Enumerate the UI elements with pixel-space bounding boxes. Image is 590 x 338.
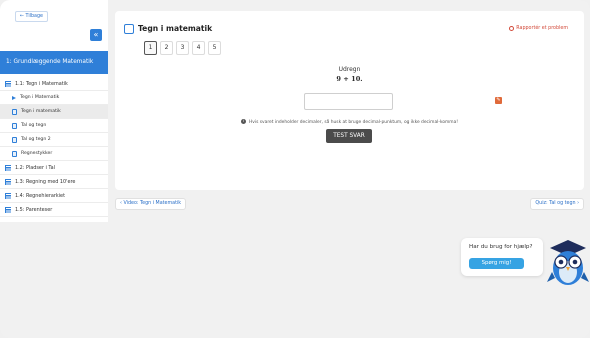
play-icon	[12, 95, 16, 100]
question-tabs: 1 2 3 4 5	[144, 41, 224, 55]
sidebar-item-label: Tal og tegn 2	[21, 137, 51, 142]
list-icon	[5, 206, 11, 213]
question-tab-5[interactable]: 5	[208, 41, 221, 55]
course-title[interactable]: 1: Grundlæggende Matematik	[0, 51, 108, 74]
quiz-card: Tegn i matematik Rapportér et problem 1 …	[115, 11, 584, 190]
list-icon	[5, 178, 11, 185]
report-problem-link[interactable]: Rapportér et problem	[509, 26, 568, 31]
question-tab-3[interactable]: 3	[176, 41, 189, 55]
back-button[interactable]: ← Tilbage	[15, 11, 48, 22]
sidebar-item-label: Tegn i Matematik	[20, 95, 60, 100]
sidebar-item-video[interactable]: Tegn i Matematik	[0, 91, 108, 105]
hint-label: Hvis svaret indeholder decimaler, så hus…	[248, 120, 459, 125]
sidebar-item-label: Tegn i matematik	[21, 109, 61, 114]
submit-answer-button[interactable]: TEST SVAR	[326, 129, 372, 143]
ask-me-button[interactable]: Spørg mig!	[469, 258, 524, 269]
question-expression: 9 + 10.	[336, 75, 363, 83]
sidebar-section-1-2[interactable]: 1.2: Pladser i Tal	[0, 161, 108, 175]
quiz-icon	[12, 150, 17, 157]
page-title: Tegn i matematik	[138, 24, 213, 33]
collapse-sidebar-button[interactable]: «	[90, 29, 102, 41]
pencil-icon[interactable]: ✎	[495, 97, 502, 104]
help-text: Har du brug for hjælp?	[469, 244, 533, 250]
sidebar-item-label: 1.5: Parenteser	[15, 206, 53, 213]
sidebar-list: 1.1: Tegn i Matematik Tegn i Matematik T…	[0, 77, 108, 217]
owl-mascot-icon[interactable]	[546, 238, 590, 290]
list-icon	[5, 164, 11, 171]
sidebar-section-1-5[interactable]: 1.5: Parenteser	[0, 203, 108, 217]
sidebar-item-label: 1.2: Pladser i Tal	[15, 164, 55, 171]
sidebar-item-quiz[interactable]: Tal og tegn	[0, 119, 108, 133]
report-label: Rapportér et problem	[516, 26, 568, 31]
quiz-icon	[12, 108, 17, 115]
question-tab-4[interactable]: 4	[192, 41, 205, 55]
sidebar-item-label: Tal og tegn	[21, 123, 47, 128]
sidebar-section-1-4[interactable]: 1.4: Regnehierarkiet	[0, 189, 108, 203]
previous-lesson-button[interactable]: ‹ Video: Tegn i Matematik	[115, 198, 187, 210]
app-frame: ← Tilbage « 1: Grundlæggende Matematik 1…	[0, 0, 590, 338]
sidebar-item-label: 1.1: Tegn i Matematik	[15, 80, 68, 87]
sidebar: ← Tilbage « 1: Grundlæggende Matematik 1…	[0, 0, 108, 222]
answer-input[interactable]	[304, 93, 393, 110]
question-tab-1[interactable]: 1	[144, 41, 157, 55]
help-bubble: Har du brug for hjælp? Spørg mig!	[461, 238, 543, 276]
sidebar-section-1-3[interactable]: 1.3: Regning med 10'ere	[0, 175, 108, 189]
info-icon: i	[240, 119, 246, 124]
sidebar-item-active-quiz[interactable]: Tegn i matematik	[0, 105, 108, 119]
question-title: Udregn	[338, 66, 361, 73]
sidebar-item-quiz[interactable]: Regnestykker	[0, 147, 108, 161]
sidebar-item-label: Regnestykker	[21, 151, 53, 156]
list-icon	[5, 80, 11, 87]
sidebar-item-label: 1.3: Regning med 10'ere	[15, 178, 76, 185]
alert-icon	[509, 26, 515, 31]
quiz-icon	[12, 122, 17, 129]
quiz-icon	[124, 24, 134, 34]
sidebar-item-label: 1.4: Regnehierarkiet	[15, 192, 65, 199]
quiz-icon	[12, 136, 17, 143]
hint-text: i Hvis svaret indeholder decimaler, så hu…	[115, 119, 584, 125]
sidebar-section-1-1[interactable]: 1.1: Tegn i Matematik	[0, 77, 108, 91]
question-tab-2[interactable]: 2	[160, 41, 173, 55]
list-icon	[5, 192, 11, 199]
next-lesson-button[interactable]: Quiz: Tal og tegn ›	[530, 198, 584, 210]
sidebar-item-quiz[interactable]: Tal og tegn 2	[0, 133, 108, 147]
